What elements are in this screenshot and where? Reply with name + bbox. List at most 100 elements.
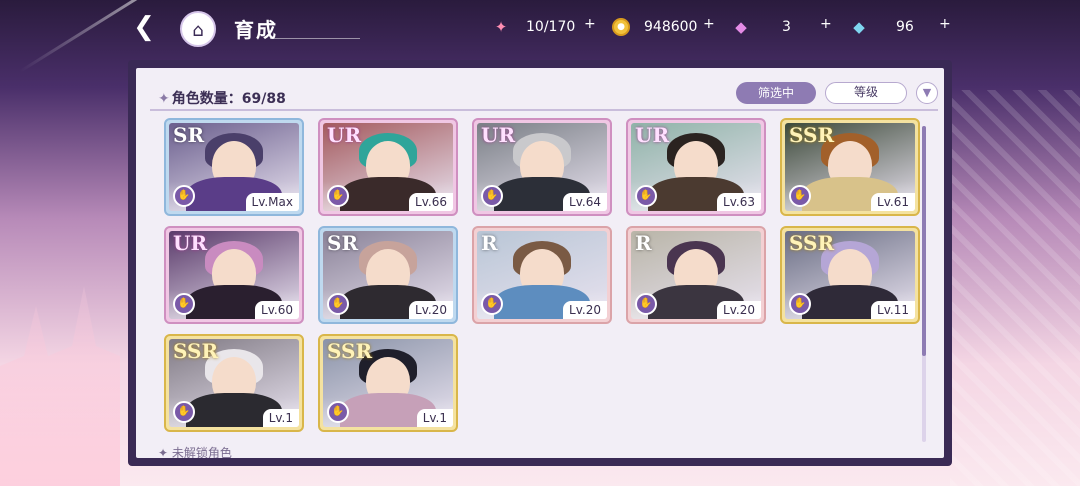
rarity-badge: SSR <box>173 339 219 363</box>
scrollbar-thumb[interactable] <box>922 126 926 356</box>
character-card[interactable]: SSR ✋ Lv.1 <box>164 334 304 432</box>
character-card[interactable]: UR ✋ Lv.66 <box>318 118 458 216</box>
title-decoration <box>270 38 360 39</box>
character-card[interactable]: UR ✋ Lv.64 <box>472 118 612 216</box>
top-bar: ❮ ⌂ 育成 ✦ 10/170 + ● 948600 + ◆ 3 + ◆ 96 … <box>0 0 1080 58</box>
level-label: Lv.20 <box>409 301 453 319</box>
level-label: Lv.60 <box>255 301 299 319</box>
back-button[interactable]: ❮ <box>126 11 162 45</box>
divider <box>150 109 938 111</box>
character-card[interactable]: SSR ✋ Lv.61 <box>780 118 920 216</box>
character-portrait: UR ✋ Lv.63 <box>631 123 761 211</box>
class-icon: ✋ <box>481 185 503 207</box>
coin-icon: ● <box>612 18 630 36</box>
rarity-badge: UR <box>327 123 362 147</box>
level-label: Lv.61 <box>871 193 915 211</box>
rarity-badge: SSR <box>789 231 835 255</box>
locked-characters-text: 未解锁角色 <box>171 446 232 458</box>
class-icon: ✋ <box>327 401 349 423</box>
level-label: Lv.1 <box>262 409 299 427</box>
character-portrait: R ✋ Lv.20 <box>631 231 761 319</box>
add-blue-gems-button[interactable]: + <box>939 13 951 35</box>
add-candy-button[interactable]: + <box>584 13 596 35</box>
castle-icon: ⌂ <box>192 20 204 41</box>
class-icon: ✋ <box>173 293 195 315</box>
home-button[interactable]: ⌂ <box>180 11 216 47</box>
pink-diamond-icon: ◆ <box>735 18 747 36</box>
character-portrait: SSR ✋ Lv.1 <box>169 339 299 427</box>
add-coins-button[interactable]: + <box>703 13 715 35</box>
character-count: ✦ 角色数量：69/88 <box>158 88 286 108</box>
character-portrait: SR ✋ Lv.20 <box>323 231 453 319</box>
rarity-badge: SSR <box>789 123 835 147</box>
character-portrait: UR ✋ Lv.66 <box>323 123 453 211</box>
class-icon: ✋ <box>173 185 195 207</box>
character-portrait: UR ✋ Lv.64 <box>477 123 607 211</box>
background-pattern <box>950 90 1080 486</box>
level-label: Lv.20 <box>717 301 761 319</box>
level-label: Lv.66 <box>409 193 453 211</box>
scrollbar[interactable] <box>922 126 926 442</box>
sort-order-toggle[interactable]: ▼ <box>916 82 938 104</box>
rarity-badge: SR <box>327 231 359 255</box>
class-icon: ✋ <box>173 401 195 423</box>
character-card[interactable]: R ✋ Lv.20 <box>626 226 766 324</box>
sparkle-icon: ✦ <box>158 91 170 107</box>
class-icon: ✋ <box>481 293 503 315</box>
candy-counter: ✦ 10/170 <box>490 16 576 38</box>
blue-gem-value: 96 <box>896 19 914 35</box>
class-icon: ✋ <box>789 185 811 207</box>
blue-diamond-icon: ◆ <box>853 18 865 36</box>
chevron-down-icon: ▼ <box>922 86 932 99</box>
level-label: Lv.64 <box>563 193 607 211</box>
rarity-badge: UR <box>635 123 670 147</box>
character-panel-inner: ✦ 角色数量：69/88 筛选中 等级 ▼ SR ✋ Lv.Max UR ✋ Lv.66 UR… <box>136 68 944 458</box>
class-icon: ✋ <box>789 293 811 315</box>
character-card[interactable]: SR ✋ Lv.20 <box>318 226 458 324</box>
character-portrait: SSR ✋ Lv.61 <box>785 123 915 211</box>
pink-gem-value: 3 <box>782 19 791 35</box>
character-card[interactable]: UR ✋ Lv.63 <box>626 118 766 216</box>
class-icon: ✋ <box>635 293 657 315</box>
class-icon: ✋ <box>327 293 349 315</box>
background-castle <box>0 286 120 486</box>
character-card[interactable]: SR ✋ Lv.Max <box>164 118 304 216</box>
rarity-badge: R <box>481 231 498 255</box>
candy-value: 10/170 <box>526 19 576 35</box>
class-icon: ✋ <box>635 185 657 207</box>
level-label: Lv.1 <box>416 409 453 427</box>
character-portrait: SR ✋ Lv.Max <box>169 123 299 211</box>
add-pink-gems-button[interactable]: + <box>820 13 832 35</box>
rarity-badge: R <box>635 231 652 255</box>
candy-icon: ✦ <box>494 18 508 36</box>
level-label: Lv.63 <box>717 193 761 211</box>
character-portrait: UR ✋ Lv.60 <box>169 231 299 319</box>
character-count-text: 角色数量：69/88 <box>171 91 286 107</box>
character-grid: SR ✋ Lv.Max UR ✋ Lv.66 UR ✋ Lv.64 UR ✋ Lv.63 SSR ✋ Lv.… <box>164 118 924 448</box>
rarity-badge: SR <box>173 123 205 147</box>
locked-characters-header: ✦ 未解锁角色 <box>158 444 232 458</box>
rarity-badge: UR <box>173 231 208 255</box>
character-card[interactable]: SSR ✋ Lv.1 <box>318 334 458 432</box>
character-portrait: SSR ✋ Lv.1 <box>323 339 453 427</box>
level-label: Lv.Max <box>245 193 299 211</box>
sort-level-button[interactable]: 等级 <box>825 82 907 104</box>
back-arrow-icon: ❮ <box>133 12 155 42</box>
character-panel: ✦ 角色数量：69/88 筛选中 等级 ▼ SR ✋ Lv.Max UR ✋ Lv.66 UR… <box>128 60 952 466</box>
level-label: Lv.11 <box>871 301 915 319</box>
character-card[interactable]: SSR ✋ Lv.11 <box>780 226 920 324</box>
level-label: Lv.20 <box>563 301 607 319</box>
character-card[interactable]: R ✋ Lv.20 <box>472 226 612 324</box>
filter-button[interactable]: 筛选中 <box>736 82 816 104</box>
rarity-badge: SSR <box>327 339 373 363</box>
character-card[interactable]: UR ✋ Lv.60 <box>164 226 304 324</box>
coin-counter: ● 948600 <box>612 16 697 38</box>
class-icon: ✋ <box>327 185 349 207</box>
blue-gem-counter: ◆ 96 <box>848 16 914 38</box>
character-portrait: SSR ✋ Lv.11 <box>785 231 915 319</box>
rarity-badge: UR <box>481 123 516 147</box>
sparkle-icon: ✦ <box>158 446 172 458</box>
pink-gem-counter: ◆ 3 <box>730 16 791 38</box>
coin-value: 948600 <box>644 19 698 35</box>
character-portrait: R ✋ Lv.20 <box>477 231 607 319</box>
